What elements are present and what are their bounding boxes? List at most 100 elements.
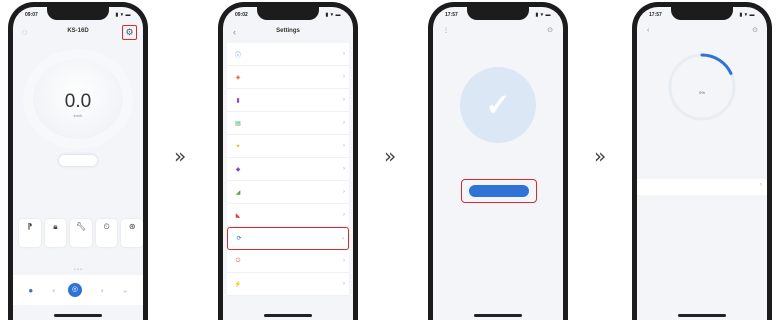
signal-icons: ▮ ▾ ▬ [325, 12, 341, 18]
control-button[interactable]: ⏲ [95, 219, 118, 247]
step-arrow: » [594, 144, 607, 168]
step-arrow: » [384, 144, 397, 168]
settings-item-icon: ▮ [236, 97, 240, 104]
more-icon: ⊛ [128, 222, 136, 231]
home-indicator [264, 314, 312, 317]
settings-item[interactable]: ◢ › [227, 181, 349, 204]
wrench-icon: 🔧︎ [75, 222, 87, 231]
progress-header: ‹ ⊙ [637, 25, 767, 41]
status-time: 17:57 [649, 12, 662, 18]
status-time: 17:57 [445, 12, 458, 18]
home-indicator [54, 314, 102, 317]
settings-item[interactable]: ◣ › [227, 204, 349, 227]
home-screen: 09:07 ▮ ▾ ▬ ◌ KS-16D ⚙ 0.0 km/h ⁋ 🔒︎ 🔧︎ … [13, 7, 143, 320]
chevron-right-icon: › [342, 235, 344, 242]
up-to-date-badge: ✓ [460, 67, 536, 143]
tab-bar: ● ◐ ◎ ◑ ◒ [13, 275, 143, 305]
tab-center[interactable]: ◎ [67, 283, 88, 297]
settings-header: ‹ Settings [223, 25, 353, 41]
chevron-right-icon: › [343, 143, 345, 149]
control-row: ⁋ 🔒︎ 🔧︎ ⏲ ⊛ [19, 219, 143, 247]
progress-percent: 0% [699, 90, 705, 95]
speed-value: 0.0 [64, 91, 92, 112]
settings-item-icon: ⚡ [234, 281, 242, 288]
home-tab-icon: ● [28, 285, 34, 295]
control-button[interactable]: ⁋ [19, 219, 41, 247]
chevron-right-icon: › [343, 189, 345, 195]
status-bar: 17:57 ▮ ▾ ▬ [433, 11, 563, 21]
firmware-header: ⋮ ⊙ [433, 25, 563, 41]
tab-home[interactable]: ● [21, 286, 41, 295]
settings-item-icon: ⓘ [234, 52, 241, 59]
settings-item-icon: ◣ [235, 212, 241, 219]
tab-icon: ◐ [51, 285, 57, 295]
settings-item[interactable]: ◈ › [227, 66, 349, 89]
chevron-right-icon: › [343, 212, 345, 218]
page-title: Settings [276, 28, 300, 34]
progress-screen: 17:57 ▮ ▾ ▬ ‹ ⊙ 0% › [637, 7, 767, 320]
status-time: 09:02 [235, 12, 248, 18]
timer-icon: ⏲ [103, 222, 110, 231]
home-header: ◌ KS-16D ⚙ [13, 25, 143, 41]
tab-item[interactable]: ◐ [44, 286, 64, 295]
settings-item[interactable]: ◆ › [227, 158, 349, 181]
phone-home: 09:07 ▮ ▾ ▬ ◌ KS-16D ⚙ 0.0 km/h ⁋ 🔒︎ 🔧︎ … [8, 2, 148, 320]
tab-item[interactable]: ◒ [115, 286, 135, 295]
settings-screen: 09:02 ▮ ▾ ▬ ‹ Settings ⓘ › ◈ › ▮ › ▤ › ✦ › ◆ › ◢ › ◣ › ⟳… [223, 7, 353, 320]
phone-settings: 09:02 ▮ ▾ ▬ ‹ Settings ⓘ › ◈ › ▮ › ▤ › ✦ › ◆ › ◢ › ◣ › ⟳… [218, 2, 358, 320]
chevron-right-icon: › [343, 120, 345, 126]
phone-firmware: 17:57 ▮ ▾ ▬ ⋮ ⊙ ✓ [428, 2, 568, 320]
settings-item-icon: ⟳ [236, 236, 242, 242]
chevron-right-icon: › [343, 97, 345, 103]
settings-item-icon: ◢ [235, 189, 241, 196]
lock-icon: 🔒︎ [53, 222, 58, 231]
settings-item[interactable]: ⓘ › [227, 43, 349, 66]
menu-icon[interactable]: ⋮ [443, 27, 449, 34]
home-indicator [678, 314, 726, 317]
page-dots: • • • [73, 267, 83, 273]
firmware-screen: 17:57 ▮ ▾ ▬ ⋮ ⊙ ✓ [433, 7, 563, 320]
tab-item[interactable]: ◑ [92, 286, 112, 295]
center-tab-icon: ◎ [67, 283, 82, 297]
settings-item[interactable]: ▮ › [227, 89, 349, 112]
lights-icon: ⁋ [27, 222, 33, 231]
settings-item[interactable]: ✦ › [227, 135, 349, 158]
settings-item-icon: ⏻ [235, 257, 241, 264]
settings-item[interactable]: ▤ › [227, 112, 349, 135]
settings-item-icon: ▤ [235, 120, 241, 127]
phone-progress: 17:57 ▮ ▾ ▬ ‹ ⊙ 0% › [632, 2, 772, 320]
chevron-right-icon: › [343, 74, 345, 80]
status-bar: 09:07 ▮ ▾ ▬ [13, 11, 143, 21]
chevron-right-icon: › [760, 182, 762, 188]
back-chevron-icon[interactable]: ‹ [647, 27, 649, 34]
step-arrow: » [174, 144, 187, 168]
settings-button[interactable]: ⚙ [122, 25, 137, 40]
chevron-right-icon: › [343, 258, 345, 264]
signal-icons: ▮ ▾ ▬ [115, 12, 131, 18]
settings-item-icon: ◈ [235, 74, 241, 81]
speed-unit: km/h [73, 113, 83, 118]
info-icon[interactable]: ⊙ [547, 26, 553, 34]
mode-pill-button[interactable] [59, 155, 97, 166]
progress-ring [668, 53, 736, 121]
signal-icons: ▮ ▾ ▬ [739, 12, 755, 18]
home-indicator [474, 314, 522, 317]
settings-item[interactable]: ⏻ › [227, 250, 349, 273]
signal-icons: ▮ ▾ ▬ [535, 12, 551, 18]
settings-item[interactable]: ⚡ › [227, 273, 349, 296]
chevron-right-icon: › [343, 166, 345, 172]
settings-menu: ⓘ › ◈ › ▮ › ▤ › ✦ › ◆ › ◢ › ◣ › ⟳ › ⏻ › ⚡ › [227, 43, 349, 296]
status-bar: 09:02 ▮ ▾ ▬ [223, 11, 353, 21]
check-icon: ✓ [485, 88, 511, 122]
info-icon[interactable]: ⊙ [752, 26, 758, 34]
tab-icon: ◑ [99, 285, 104, 295]
chevron-right-icon: › [343, 51, 345, 57]
status-bar: 17:57 ▮ ▾ ▬ [637, 11, 767, 21]
update-button[interactable] [469, 185, 529, 197]
settings-item-icon: ✦ [235, 143, 241, 150]
firmware-update-item[interactable]: ⟳ › [227, 227, 349, 250]
firmware-info-row[interactable]: › [637, 179, 767, 195]
control-button[interactable]: ⊛ [121, 219, 143, 247]
control-button[interactable]: 🔧︎ [70, 219, 92, 247]
control-button[interactable]: 🔒︎ [44, 219, 67, 247]
